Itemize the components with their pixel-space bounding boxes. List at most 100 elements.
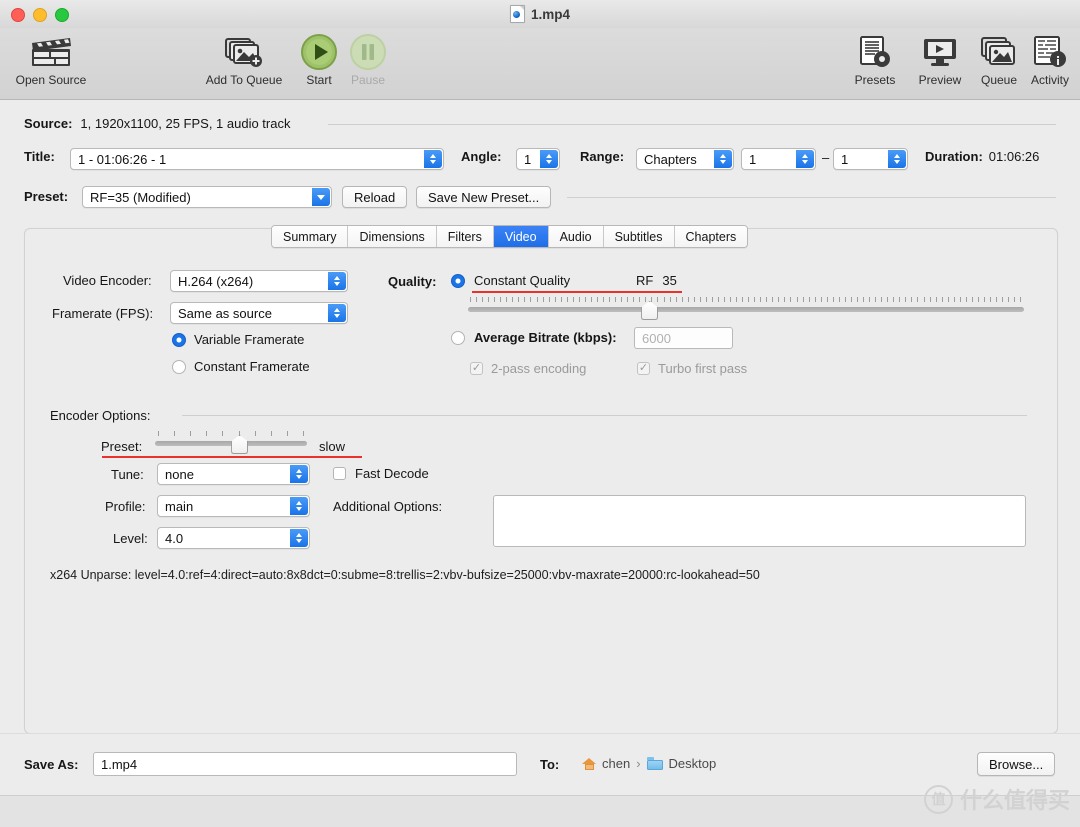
stepper-arrows-icon[interactable] <box>796 150 814 168</box>
preset-select[interactable]: RF=35 (Modified) <box>82 186 332 208</box>
reload-preset-label: Reload <box>354 189 396 205</box>
variable-framerate-radio-row[interactable]: Variable Framerate <box>172 332 304 347</box>
angle-stepper[interactable]: 1 <box>516 148 560 170</box>
stepper-arrows-icon[interactable] <box>328 272 346 290</box>
profile-select[interactable]: main <box>157 495 310 517</box>
slider-tick <box>1014 297 1016 302</box>
tab-audio[interactable]: Audio <box>548 226 604 247</box>
level-label: Level: <box>113 531 148 546</box>
tab-filters-label: Filters <box>447 229 482 244</box>
chevron-down-icon[interactable] <box>312 188 330 206</box>
tab-summary[interactable]: Summary <box>272 226 349 247</box>
destination-path[interactable]: chen › Desktop <box>582 756 716 771</box>
tab-filters[interactable]: Filters <box>436 226 494 247</box>
presets-icon <box>858 32 892 72</box>
toolbar-start-label: Start <box>306 73 332 87</box>
stepper-arrows-icon[interactable] <box>328 304 346 322</box>
reload-preset-button[interactable]: Reload <box>342 186 408 208</box>
framerate-select[interactable]: Same as source <box>170 302 348 324</box>
quality-slider-thumb[interactable] <box>641 301 659 320</box>
slider-tick <box>941 297 943 302</box>
range-start-stepper[interactable]: 1 <box>741 148 816 170</box>
stepper-arrows-icon[interactable] <box>290 465 308 483</box>
slider-tick <box>730 297 732 302</box>
level-select[interactable]: 4.0 <box>157 527 310 549</box>
toolbar-open-source[interactable]: Open Source <box>15 32 87 87</box>
to-label: To: <box>540 757 560 772</box>
tab-chapters[interactable]: Chapters <box>674 226 748 247</box>
average-bitrate-input[interactable]: 6000 <box>634 327 733 349</box>
variable-framerate-radio[interactable] <box>172 332 186 347</box>
range-type-select[interactable]: Chapters <box>636 148 734 170</box>
slider-tick <box>959 297 961 302</box>
angle-value: 1 <box>524 151 532 167</box>
slider-tick <box>814 297 816 302</box>
slider-tick <box>572 297 574 302</box>
range-end-stepper[interactable]: 1 <box>833 148 908 170</box>
browse-button-label: Browse... <box>989 756 1044 772</box>
framerate-label: Framerate (FPS): <box>52 306 154 321</box>
toolbar-add-to-queue-label: Add To Queue <box>205 73 283 87</box>
x264-preset-slider[interactable] <box>155 431 307 454</box>
tab-subtitles[interactable]: Subtitles <box>603 226 675 247</box>
slider-tick <box>754 297 756 302</box>
slider-tick <box>911 297 913 302</box>
toolbar-queue-label: Queue <box>980 73 1018 87</box>
slider-tick <box>596 297 598 302</box>
toolbar-activity[interactable]: Activity <box>1014 32 1080 87</box>
additional-options-label-wrap: Additional Options: <box>333 499 442 514</box>
average-bitrate-value: 6000 <box>642 330 671 346</box>
tune-select[interactable]: none <box>157 463 310 485</box>
average-bitrate-radio[interactable] <box>451 330 465 345</box>
quality-slider-track[interactable] <box>468 307 1024 312</box>
quality-slider-ticks <box>470 297 1022 302</box>
slider-tick <box>286 431 288 436</box>
average-bitrate-label: Average Bitrate (kbps): <box>474 330 617 345</box>
quality-label-wrap: Quality: <box>388 274 436 289</box>
range-label-wrap: Range: <box>580 149 624 164</box>
range-type-value: Chapters <box>644 151 697 167</box>
title-select[interactable]: 1 - 01:06:26 - 1 <box>70 148 444 170</box>
x264-preset-slider-ticks <box>158 431 304 436</box>
slider-tick <box>808 297 810 302</box>
fast-decode-checkbox-row[interactable]: Fast Decode <box>333 466 429 481</box>
toolbar-add-to-queue[interactable]: Add To Queue <box>205 32 283 87</box>
x264-preset-value: slow <box>319 439 346 454</box>
toolbar-presets[interactable]: Presets <box>839 32 911 87</box>
save-as-label: Save As: <box>24 757 79 772</box>
constant-framerate-radio[interactable] <box>172 359 186 374</box>
browse-button[interactable]: Browse... <box>977 752 1056 776</box>
slider-tick <box>633 297 635 302</box>
slider-tick <box>506 297 508 302</box>
constant-quality-radio[interactable] <box>451 273 465 288</box>
x264-preset-slider-thumb[interactable] <box>231 435 249 454</box>
stepper-arrows-icon[interactable] <box>290 497 308 515</box>
video-encoder-select[interactable]: H.264 (x264) <box>170 270 348 292</box>
constant-quality-radio-row[interactable]: Constant Quality <box>451 273 570 288</box>
x264-preset-slider-track[interactable] <box>155 441 307 446</box>
stepper-arrows-icon[interactable] <box>888 150 906 168</box>
save-as-input[interactable]: 1.mp4 <box>93 752 517 776</box>
encoder-options-section-label-wrap: Encoder Options: <box>50 408 150 423</box>
angle-label: Angle: <box>461 149 502 164</box>
tab-video[interactable]: Video <box>493 226 549 247</box>
tab-dimensions[interactable]: Dimensions <box>348 226 437 247</box>
average-bitrate-radio-row[interactable]: Average Bitrate (kbps): <box>451 330 617 345</box>
stepper-arrows-icon[interactable] <box>290 529 308 547</box>
quality-slider[interactable] <box>468 297 1024 320</box>
constant-framerate-radio-row[interactable]: Constant Framerate <box>172 359 310 374</box>
additional-options-input[interactable] <box>493 495 1026 547</box>
slider-tick <box>832 297 834 302</box>
slider-tick <box>990 297 992 302</box>
save-new-preset-button[interactable]: Save New Preset... <box>416 186 552 208</box>
stepper-arrows-icon[interactable] <box>540 150 558 168</box>
video-encoder-value: H.264 (x264) <box>178 273 254 289</box>
slider-tick <box>705 297 707 302</box>
stepper-arrows-icon[interactable] <box>424 150 442 168</box>
stepper-arrows-icon[interactable] <box>714 150 732 168</box>
slider-tick <box>899 297 901 302</box>
constant-quality-label: Constant Quality <box>474 273 571 288</box>
slider-tick <box>206 431 208 436</box>
fast-decode-checkbox[interactable] <box>333 467 346 480</box>
preset-label-wrap: Preset: <box>24 189 68 204</box>
